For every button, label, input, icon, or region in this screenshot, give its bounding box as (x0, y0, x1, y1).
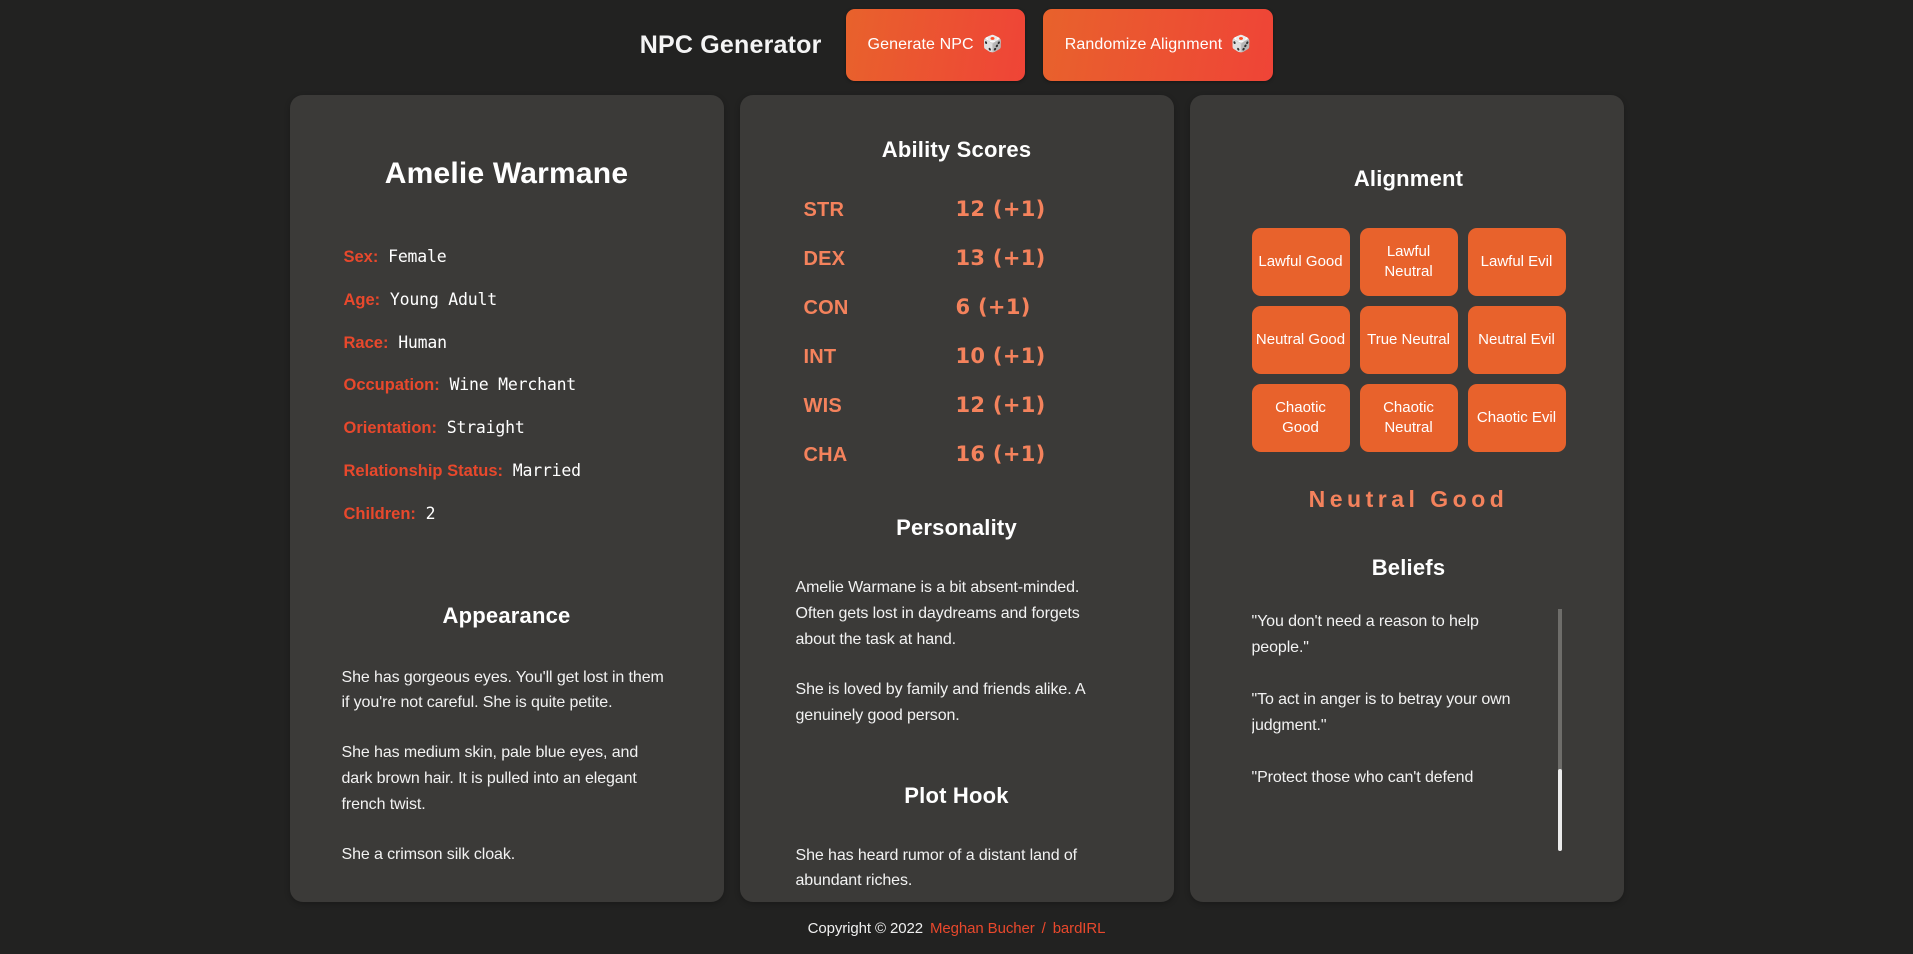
detail-value: Wine Merchant (449, 375, 577, 395)
ability-abbr: INT (803, 346, 837, 368)
ability-score-row: INT 10 (+1) (796, 344, 1118, 369)
beliefs-title: Beliefs (1371, 555, 1446, 580)
appearance-title: Appearance (442, 602, 571, 628)
alignment-option-lawful-neutral[interactable]: Lawful Neutral (1359, 228, 1458, 296)
detail-label: Orientation: (343, 419, 438, 438)
paragraph: She has gorgeous eyes. You'll get lost i… (341, 668, 664, 712)
paragraph: "Protect those who can't defend (1251, 768, 1474, 786)
detail-label: Sex: (343, 248, 379, 266)
detail-row: Sex: Female (344, 247, 672, 268)
paragraph: She has heard rumor of a distant land of… (795, 846, 1078, 890)
ability-value: 13 (+1) (955, 246, 1046, 270)
ability-score-row: CHA 16 (+1) (796, 442, 1118, 467)
ability-abbr: CON (803, 297, 849, 319)
dice-icon: 🎲 (1231, 36, 1252, 53)
alignment-option-lawful-evil[interactable]: Lawful Evil (1467, 228, 1566, 296)
ability-score-row: WIS 12 (+1) (796, 393, 1118, 418)
detail-row: Relationship Status: Married (344, 461, 672, 482)
detail-label: Occupation: (343, 376, 440, 395)
site-link[interactable]: bardIRL (1053, 920, 1106, 937)
detail-row: Children: 2 (344, 504, 672, 525)
detail-value: 2 (425, 503, 436, 523)
npc-profile-card: Amelie Warmane Sex: Female Age: Young Adu… (289, 95, 724, 902)
ability-abbr: WIS (803, 395, 842, 417)
detail-label: Relationship Status: (343, 461, 504, 480)
detail-row: Race: Human (344, 333, 672, 354)
main-content: Amelie Warmane Sex: Female Age: Young Adu… (0, 90, 1913, 902)
ability-abbr: STR (803, 199, 845, 221)
beliefs-scroll-area[interactable]: "You don't need a reason to help people.… (1252, 609, 1566, 851)
dice-icon: 🎲 (982, 36, 1003, 53)
alignment-grid: Lawful Good Lawful Neutral Lawful Evil Neut… (1251, 228, 1566, 452)
footer-separator: / (1041, 919, 1046, 937)
personality-title: Personality (896, 515, 1017, 540)
plot-hook-title: Plot Hook (904, 782, 1009, 808)
paragraph: "You don't need a reason to help people.… (1251, 613, 1479, 656)
beliefs-scrollbar-thumb[interactable] (1557, 769, 1562, 851)
page-footer: Copyright © 2022 Meghan Bucher / bardIRL (0, 902, 1913, 954)
ability-value: 6 (+1) (955, 295, 1031, 319)
detail-value: Married (512, 460, 581, 480)
alignment-option-lawful-good[interactable]: Lawful Good (1251, 228, 1350, 296)
ability-score-row: DEX 13 (+1) (796, 246, 1118, 271)
alignment-card: Alignment Lawful Good Lawful Neutral Lawfu… (1189, 95, 1624, 902)
alignment-option-true-neutral[interactable]: True Neutral (1359, 306, 1458, 374)
npc-generator-app: NPC Generator Generate NPC 🎲 Randomize A… (0, 0, 1913, 954)
app-title: NPC Generator (639, 30, 822, 59)
ability-score-row: CON 6 (+1) (796, 295, 1118, 320)
npc-details-list: Sex: Female Age: Young Adult Race: Human Oc… (342, 247, 672, 525)
detail-value: Young Adult (389, 289, 497, 309)
plot-hook-text: She has heard rumor of a distant land of… (796, 843, 1118, 895)
copyright-text: Copyright © 2022 (807, 919, 923, 937)
personality-section: Personality Amelie Warmane is a bit abse… (796, 515, 1118, 729)
detail-label: Age: (343, 290, 381, 309)
detail-value: Human (398, 332, 447, 352)
beliefs-list: "You don't need a reason to help people.… (1252, 609, 1536, 791)
npc-name: Amelie Warmane (384, 157, 629, 190)
appearance-text: She has gorgeous eyes. You'll get lost i… (342, 665, 672, 868)
randomize-alignment-label: Randomize Alignment (1064, 36, 1223, 53)
ability-scores-card: Ability Scores STR 12 (+1) DEX 13 (+1) CON 6 … (739, 95, 1174, 902)
beliefs-section: Beliefs "You don't need a reason to help… (1252, 555, 1566, 851)
ability-value: 12 (+1) (955, 197, 1046, 221)
ability-score-row: STR 12 (+1) (796, 197, 1118, 222)
paragraph: She is loved by family and friends alike… (795, 680, 1085, 724)
alignment-option-neutral-good[interactable]: Neutral Good (1251, 306, 1350, 374)
ability-abbr: CHA (803, 444, 848, 466)
alignment-option-chaotic-good[interactable]: Chaotic Good (1251, 384, 1350, 452)
appearance-section: Appearance She has gorgeous eyes. You'll… (342, 603, 672, 868)
selected-alignment: Neutral Good (1308, 486, 1509, 512)
app-header: NPC Generator Generate NPC 🎲 Randomize A… (0, 0, 1913, 90)
author-link[interactable]: Meghan Bucher (930, 920, 1035, 937)
ability-abbr: DEX (803, 248, 846, 270)
ability-scores-title: Ability Scores (881, 137, 1032, 162)
plot-hook-section: Plot Hook She has heard rumor of a dista… (796, 783, 1118, 895)
ability-value: 16 (+1) (955, 442, 1046, 466)
paragraph: Amelie Warmane is a bit absent-minded. O… (795, 579, 1080, 648)
ability-scores-list: STR 12 (+1) DEX 13 (+1) CON 6 (+1) INT 10 (+1) W… (796, 197, 1118, 467)
generate-npc-button[interactable]: Generate NPC 🎲 (845, 9, 1025, 81)
paragraph: She has medium skin, pale blue eyes, and… (341, 744, 639, 814)
alignment-option-neutral-evil[interactable]: Neutral Evil (1467, 306, 1566, 374)
detail-value: Female (388, 247, 447, 266)
detail-label: Children: (343, 504, 416, 523)
detail-label: Race: (343, 333, 389, 352)
detail-row: Occupation: Wine Merchant (344, 375, 672, 396)
detail-value: Straight (446, 418, 525, 438)
detail-row: Age: Young Adult (344, 290, 672, 311)
ability-value: 10 (+1) (955, 344, 1046, 368)
randomize-alignment-button[interactable]: Randomize Alignment 🎲 (1042, 9, 1274, 81)
alignment-option-chaotic-evil[interactable]: Chaotic Evil (1467, 384, 1566, 452)
paragraph: "To act in anger is to betray your own j… (1251, 690, 1511, 734)
paragraph: She a crimson silk cloak. (341, 846, 516, 864)
alignment-title: Alignment (1353, 166, 1464, 191)
alignment-option-chaotic-neutral[interactable]: Chaotic Neutral (1359, 384, 1458, 452)
personality-text: Amelie Warmane is a bit absent-minded. O… (796, 575, 1118, 729)
generate-npc-label: Generate NPC (867, 36, 974, 53)
detail-row: Orientation: Straight (344, 418, 672, 439)
ability-value: 12 (+1) (955, 393, 1046, 417)
